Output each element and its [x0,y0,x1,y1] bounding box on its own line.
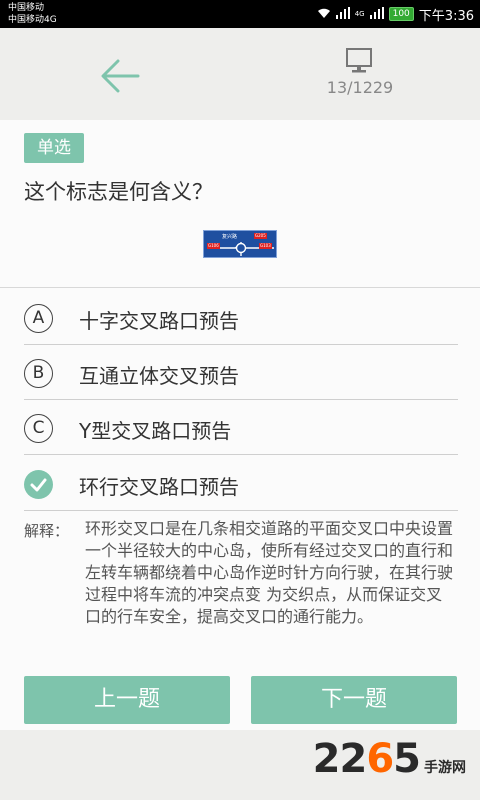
network-type: 4G [354,10,365,18]
question-progress: 13/1229 [326,78,394,97]
battery-icon: 100 [388,7,414,21]
option-letter: A [24,304,53,333]
check-icon [24,470,53,499]
option-letter: B [24,359,53,388]
mode-toggle-button[interactable] [343,46,375,76]
watermark-number: 2265 [312,736,421,782]
carrier-primary: 中国移动 [8,3,45,13]
question-type-badge: 单选 [24,133,84,163]
back-arrow-icon [101,59,140,93]
clock: 下午3:36 [418,8,474,24]
signal-icon [335,7,350,21]
question-text: 这个标志是何含义？ [24,180,213,204]
option-c[interactable]: C Y型交叉路口预告 [24,400,458,455]
option-letter: C [24,414,53,443]
divider [0,287,480,288]
watermark-site: 手游网 [424,760,466,776]
monitor-icon [346,48,372,73]
option-text: Y型交叉路口预告 [79,419,232,443]
carrier-secondary: 中国移动4G [8,15,57,25]
signal-icon-2 [369,7,384,21]
option-text: 互通立体交叉预告 [79,364,239,388]
status-bar: 中国移动 中国移动4G 4G 100 下午3:36 [0,0,480,28]
question-card: 单选 这个标志是何含义？ 复兴路 G205 G106 G103 A 十字交叉路口… [0,120,480,730]
option-b[interactable]: B 互通立体交叉预告 [24,345,458,400]
option-text: 十字交叉路口预告 [79,309,239,333]
sign-route-tag: G106 [207,243,220,249]
watermark-logo: 2265 手游网 [313,736,466,782]
sign-route-tag: G205 [254,233,267,239]
road-sign-image: 复兴路 G205 G106 G103 [203,230,277,258]
header: 13/1229 [0,28,480,120]
back-button[interactable] [98,56,142,96]
sign-route-tag: G103 [259,243,272,249]
explanation-text: 环形交叉口是在几条相交道路的平面交叉口中央设置一个半径较大的中心岛，使所有经过交… [85,519,454,626]
next-question-button[interactable]: 下一题 [251,676,457,724]
sign-road-name: 复兴路 [222,234,238,240]
explanation-label: 解释： [24,522,70,540]
option-d[interactable]: 环行交叉路口预告 [24,456,458,511]
option-a[interactable]: A 十字交叉路口预告 [24,290,458,345]
previous-question-button[interactable]: 上一题 [24,676,230,724]
option-text: 环行交叉路口预告 [79,475,239,499]
status-icons: 4G 100 下午3:36 [317,0,474,28]
wifi-icon [317,7,331,21]
